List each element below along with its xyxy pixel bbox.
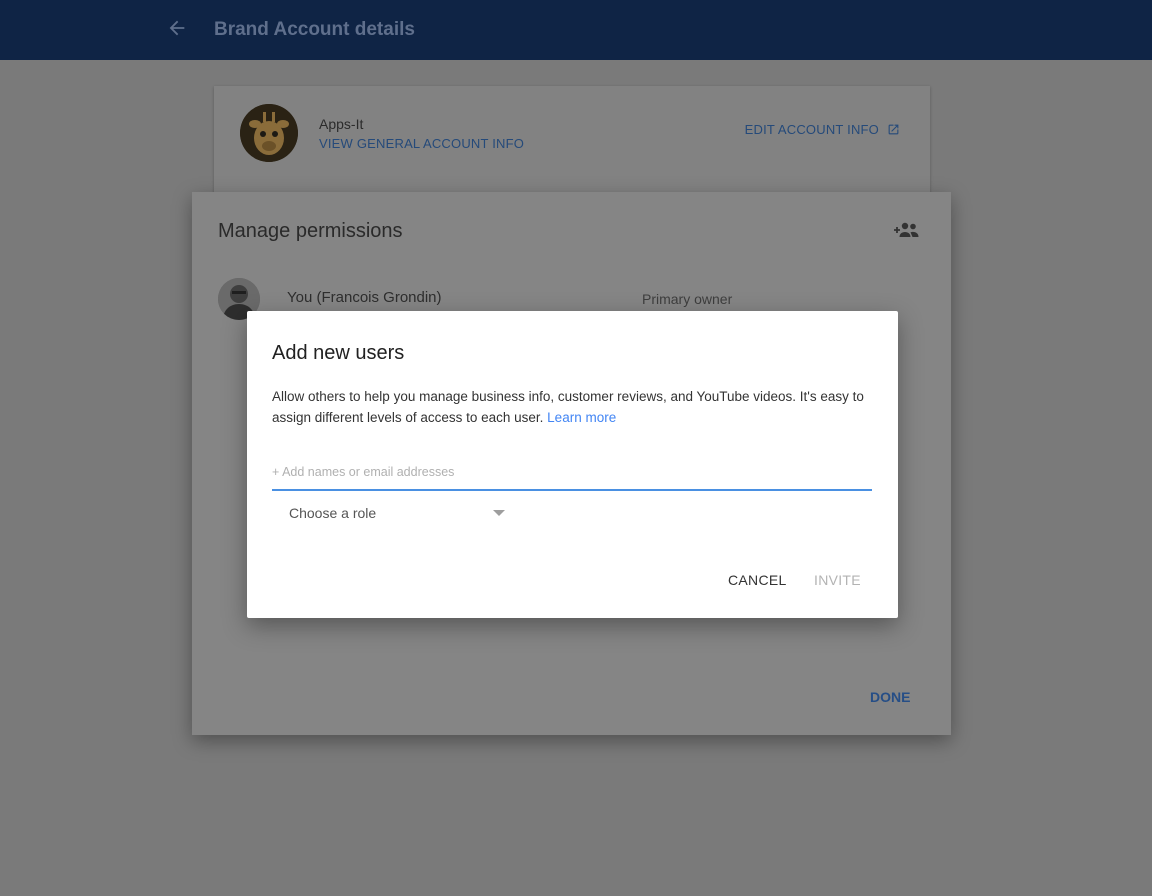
account-name: Apps-It [319, 116, 364, 132]
email-input[interactable] [272, 455, 872, 491]
role-select-label: Choose a role [289, 505, 377, 521]
user-name: You (Francois Grondin) [287, 289, 442, 306]
invite-button[interactable]: INVITE [814, 572, 861, 588]
add-users-description: Allow others to help you manage business… [272, 386, 882, 428]
open-in-new-icon [888, 124, 899, 135]
done-button[interactable]: DONE [870, 689, 910, 705]
edit-account-info-label: EDIT ACCOUNT INFO [744, 122, 879, 137]
manage-permissions-title: Manage permissions [218, 220, 403, 242]
dropdown-caret-icon [493, 510, 505, 516]
role-select[interactable]: Choose a role [289, 501, 509, 525]
add-users-title: Add new users [272, 342, 405, 364]
app-header: Brand Account details [0, 0, 1152, 60]
page-title: Brand Account details [214, 19, 415, 40]
learn-more-link[interactable]: Learn more [547, 410, 616, 425]
view-general-info-link[interactable]: VIEW GENERAL ACCOUNT INFO [319, 136, 524, 151]
user-role: Primary owner [642, 291, 733, 307]
add-new-users-dialog: Add new users Allow others to help you m… [247, 311, 898, 618]
edit-account-info-link[interactable]: EDIT ACCOUNT INFO [745, 122, 900, 137]
cancel-button[interactable]: CANCEL [728, 572, 787, 588]
giraffe-logo-icon [240, 104, 298, 162]
arrow-left-icon[interactable] [166, 17, 188, 39]
add-people-icon[interactable] [892, 220, 922, 240]
account-logo [240, 104, 298, 162]
account-card: Apps-It VIEW GENERAL ACCOUNT INFO EDIT A… [214, 86, 930, 196]
